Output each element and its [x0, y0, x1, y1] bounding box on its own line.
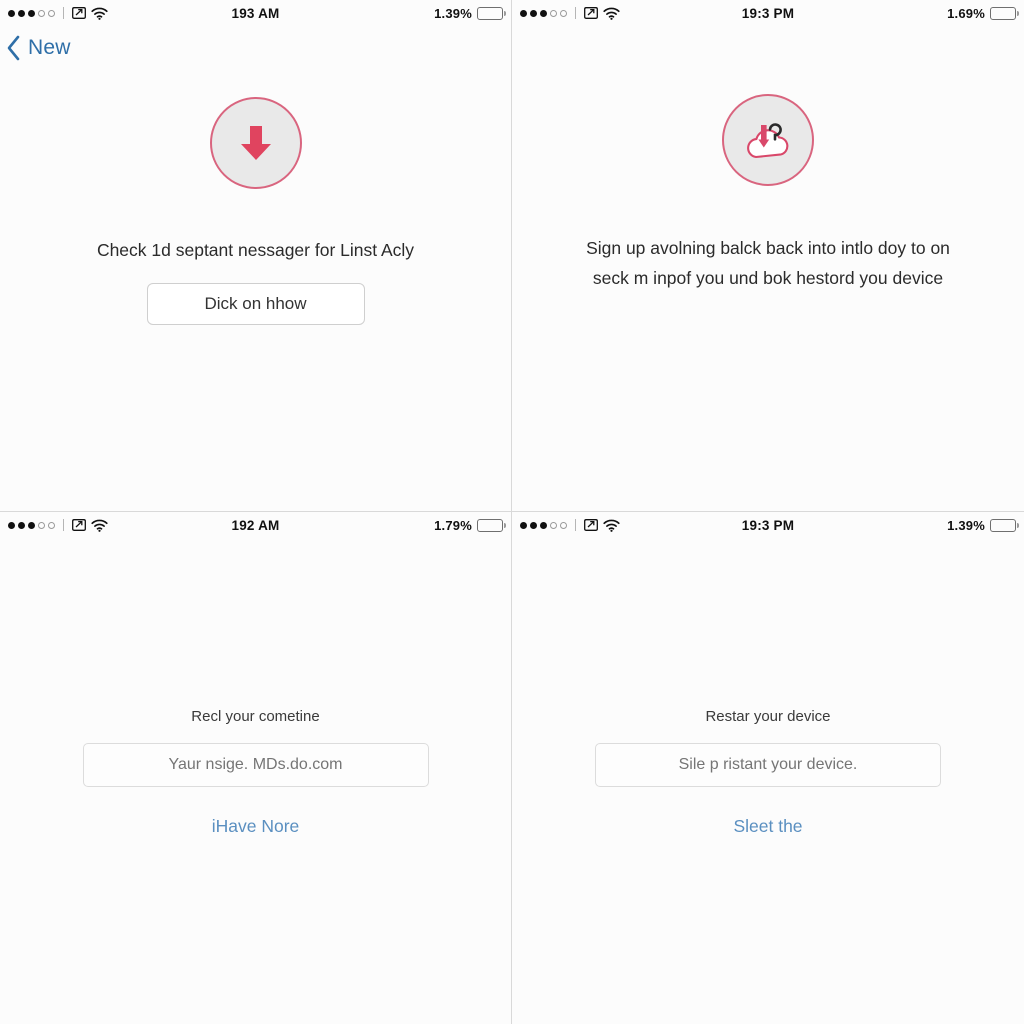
pane-bottom-left: 192 AM 1.79% Recl your cometine iHave No…: [0, 512, 512, 1024]
pane-content: Check 1d septant nessager for Linst Acly…: [0, 0, 511, 511]
field-label: Recl your cometine: [191, 708, 320, 725]
status-right-group: 1.79%: [434, 517, 506, 533]
battery-percent: 1.69%: [947, 5, 985, 21]
status-right-group: 1.69%: [947, 5, 1019, 21]
battery-percent: 1.39%: [947, 517, 985, 533]
pane-bottom-right: 19:3 PM 1.39% Restar your device Sleet t…: [512, 512, 1024, 1024]
secondary-link[interactable]: iHave Nore: [212, 816, 300, 837]
screens-grid: 193 AM 1.39% New Check 1d septant nessag…: [0, 0, 1024, 1024]
battery-icon: [990, 518, 1019, 532]
status-right-group: 1.39%: [947, 517, 1019, 533]
pane-top-left: 193 AM 1.39% New Check 1d septant nessag…: [0, 0, 512, 512]
pane-top-right: 19:3 PM 1.69% Sign up avolning balck bac…: [512, 0, 1024, 512]
headline-text: Sign up avolning balck back into intlo d…: [586, 238, 950, 289]
pane-content: Recl your cometine iHave Nore: [0, 512, 511, 1024]
pane-content: Restar your device Sleet the: [512, 512, 1024, 1024]
account-input[interactable]: [82, 743, 429, 787]
cloud-question-glyph: [747, 123, 789, 159]
primary-action-button[interactable]: Dick on hhow: [146, 283, 365, 326]
battery-icon: [477, 6, 506, 20]
battery-icon: [477, 518, 506, 532]
battery-percent: 1.79%: [434, 517, 472, 533]
device-input[interactable]: [595, 743, 941, 787]
field-label: Restar your device: [705, 708, 831, 725]
battery-icon: [990, 6, 1019, 20]
download-arrow-icon: [209, 97, 302, 189]
status-right-group: 1.39%: [434, 5, 506, 21]
battery-percent: 1.39%: [434, 5, 472, 21]
down-arrow-glyph: [240, 126, 271, 160]
cloud-restore-question-icon: [722, 94, 814, 186]
headline-text: Check 1d septant nessager for Linst Acly: [96, 240, 415, 260]
secondary-link[interactable]: Sleet the: [733, 816, 802, 837]
pane-content: Sign up avolning balck back into intlo d…: [512, 0, 1024, 511]
